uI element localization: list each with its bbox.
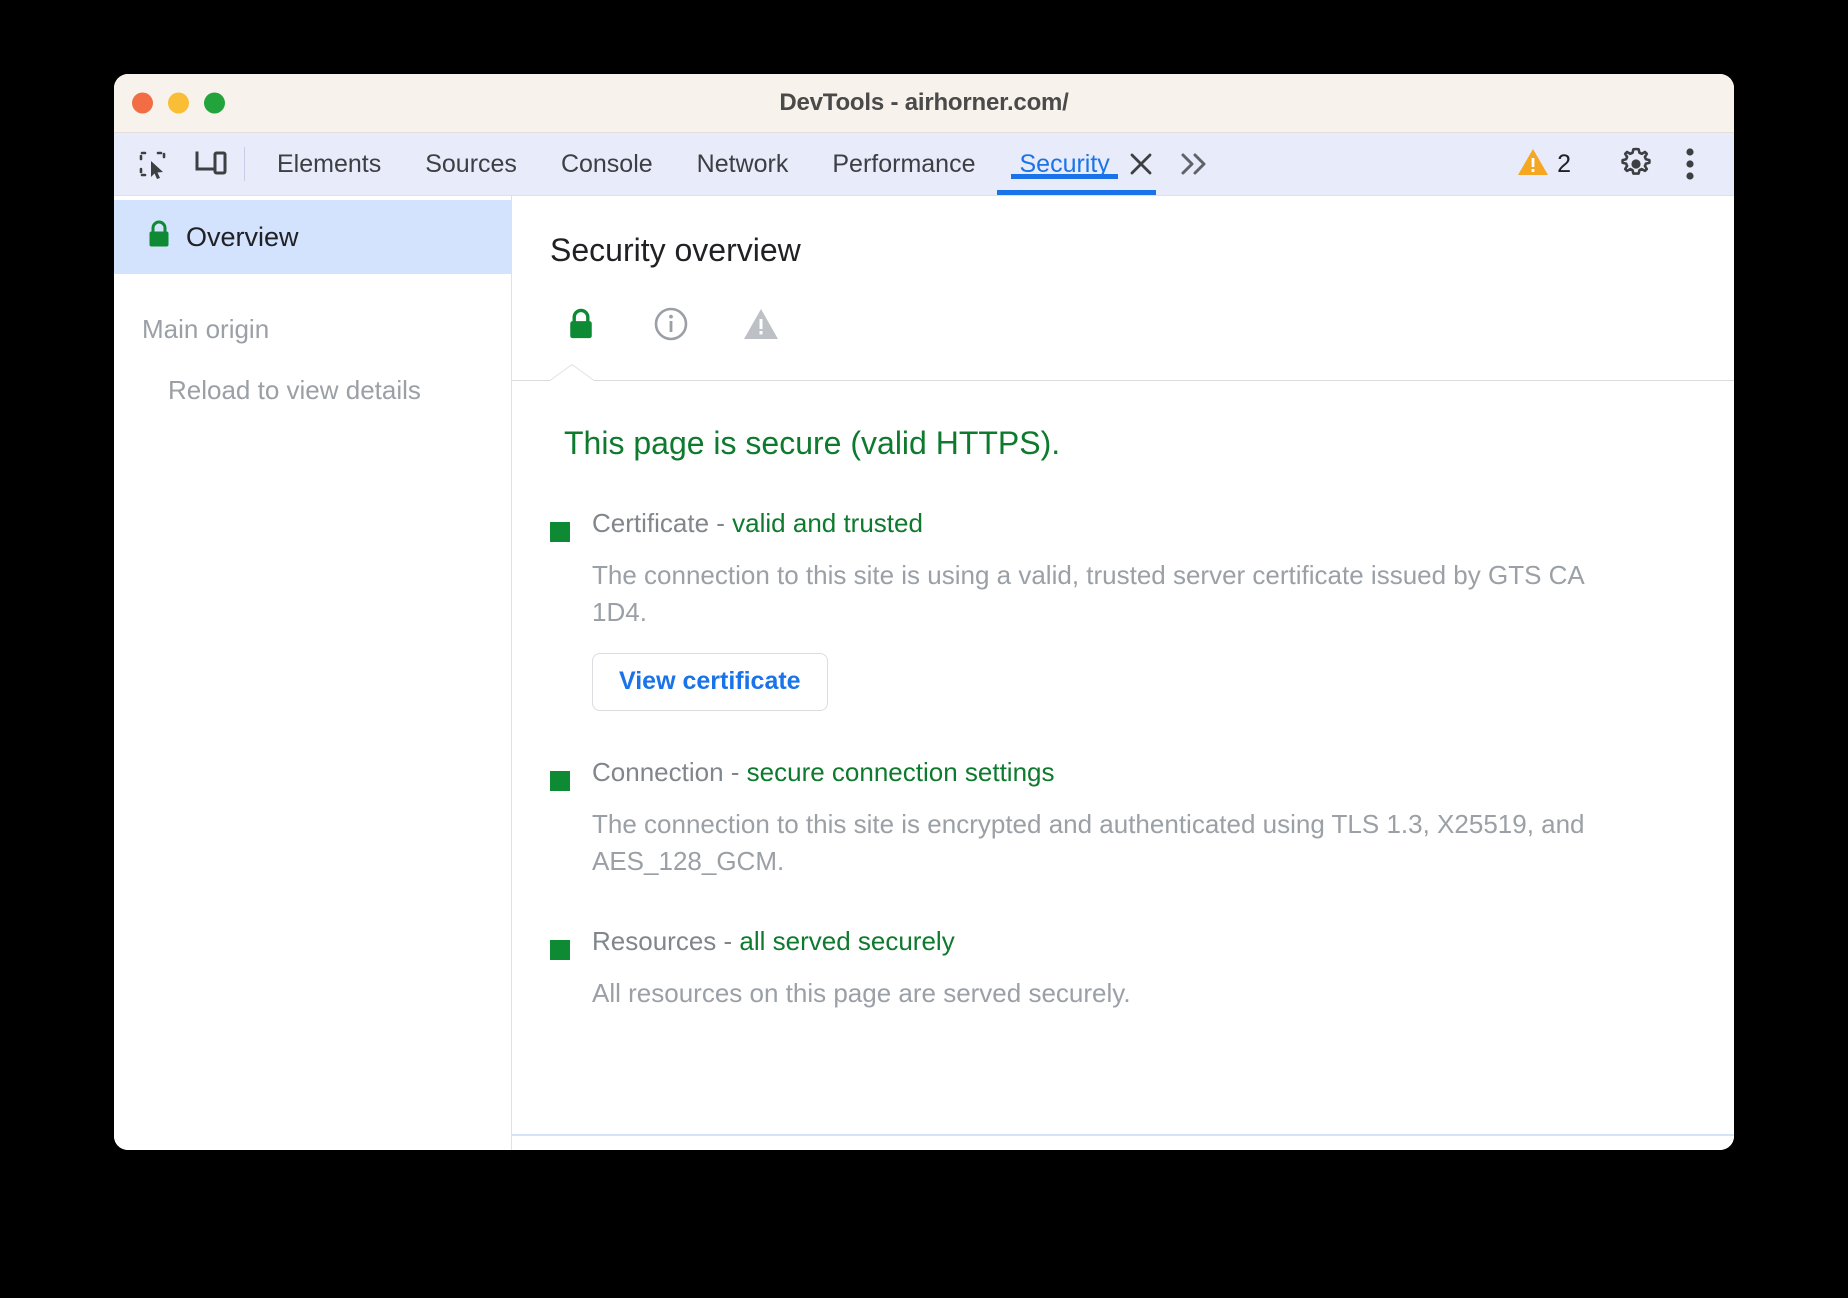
section-label: Resources - <box>592 926 739 956</box>
tab-security[interactable]: Security <box>997 150 1117 179</box>
section-description: All resources on this page are served se… <box>592 975 1131 1012</box>
tab-label: Performance <box>832 150 975 179</box>
security-section-certificate: Certificate - valid and trusted The conn… <box>550 508 1734 711</box>
tab-console[interactable]: Console <box>539 133 675 195</box>
tab-label: Network <box>697 150 789 179</box>
security-sidebar: Overview Main origin Reload to view deta… <box>114 196 512 1150</box>
sidebar-item-overview[interactable]: Overview <box>114 200 511 274</box>
sidebar-item-label: Overview <box>186 222 299 253</box>
tabbar-right-controls: 2 <box>1503 133 1734 195</box>
section-value: all served securely <box>739 926 954 956</box>
sidebar-group-main-origin: Main origin <box>114 274 511 345</box>
section-label: Certificate - <box>592 508 732 538</box>
sidebar-reload-hint: Reload to view details <box>114 345 511 406</box>
panel-separator <box>512 367 1734 381</box>
tab-performance[interactable]: Performance <box>810 133 997 195</box>
more-vertical-icon[interactable] <box>1664 138 1716 190</box>
warning-triangle-icon <box>1517 147 1549 182</box>
warning-triangle-icon[interactable] <box>740 303 782 345</box>
view-certificate-button[interactable]: View certificate <box>592 653 828 711</box>
warning-badge[interactable]: 2 <box>1503 147 1585 182</box>
section-body: Certificate - valid and trusted The conn… <box>592 508 1592 711</box>
devtools-body: Overview Main origin Reload to view deta… <box>114 196 1734 1150</box>
section-title: Resources - all served securely <box>592 926 1131 957</box>
close-window-button[interactable] <box>132 93 153 114</box>
lock-icon[interactable] <box>560 303 602 345</box>
separator-line <box>512 380 1734 381</box>
status-chip-green <box>550 940 570 960</box>
warning-count: 2 <box>1557 150 1571 179</box>
tab-network[interactable]: Network <box>675 133 811 195</box>
tab-security-group: Security <box>997 133 1163 195</box>
device-toolbar-icon[interactable] <box>188 141 234 187</box>
info-circle-icon[interactable] <box>650 303 692 345</box>
tabbar-tools <box>114 133 234 195</box>
tab-label: Sources <box>425 150 517 179</box>
section-description: The connection to this site is encrypted… <box>592 806 1592 880</box>
status-chip-green <box>550 771 570 791</box>
section-body: Resources - all served securely All reso… <box>592 926 1131 1012</box>
tab-label: Security <box>1019 150 1109 179</box>
tab-list: Elements Sources Console Network Perform… <box>255 133 1503 195</box>
tabbar-divider <box>244 147 245 181</box>
window-title: DevTools - airhorner.com/ <box>114 89 1734 117</box>
panel-bottom-divider <box>512 1134 1734 1136</box>
tab-label: Console <box>561 150 653 179</box>
section-value: valid and trusted <box>732 508 923 538</box>
tab-elements[interactable]: Elements <box>255 133 403 195</box>
security-headline: This page is secure (valid HTTPS). <box>550 381 1734 462</box>
section-label: Connection - <box>592 757 747 787</box>
security-section-resources: Resources - all served securely All reso… <box>550 926 1734 1012</box>
section-title: Certificate - valid and trusted <box>592 508 1592 539</box>
devtools-window: DevTools - airhorner.com/ <box>114 74 1734 1150</box>
security-main-panel: Security overview <box>512 196 1734 1150</box>
section-description: The connection to this site is using a v… <box>592 557 1592 631</box>
section-value: secure connection settings <box>747 757 1055 787</box>
close-icon[interactable] <box>1118 141 1164 187</box>
zoom-window-button[interactable] <box>204 93 225 114</box>
window-titlebar: DevTools - airhorner.com/ <box>114 74 1734 133</box>
selected-status-caret-icon <box>550 365 594 381</box>
security-status-icons <box>550 269 1734 345</box>
gear-icon[interactable] <box>1610 138 1662 190</box>
tab-label: Elements <box>277 150 381 179</box>
traffic-lights <box>132 93 225 114</box>
section-title: Connection - secure connection settings <box>592 757 1592 788</box>
minimize-window-button[interactable] <box>168 93 189 114</box>
tab-sources[interactable]: Sources <box>403 133 539 195</box>
page-title: Security overview <box>550 196 1734 269</box>
section-body: Connection - secure connection settings … <box>592 757 1592 880</box>
lock-icon <box>146 219 172 256</box>
devtools-tabbar: Elements Sources Console Network Perform… <box>114 133 1734 196</box>
security-section-connection: Connection - secure connection settings … <box>550 757 1734 880</box>
more-tabs-chevron-icon[interactable] <box>1168 133 1220 195</box>
screenshot-root: DevTools - airhorner.com/ <box>0 0 1848 1298</box>
inspect-element-icon[interactable] <box>130 141 176 187</box>
status-chip-green <box>550 522 570 542</box>
